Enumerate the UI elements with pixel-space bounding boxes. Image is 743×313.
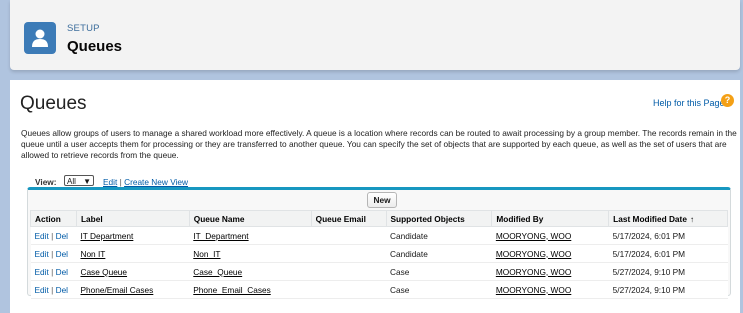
cell-modified-by: MOORYONG, WOO [491,226,609,245]
col-queue-name[interactable]: Queue Name [188,210,312,227]
cell-modified-by: MOORYONG, WOO [491,244,609,263]
main-content: Queues Help for this Page ? Queues allow… [10,80,740,313]
cell-queue-name: Phone_Email_Cases [189,280,312,299]
table-row: Edit | Del IT Department IT_Department Cand… [30,226,728,245]
help-link[interactable]: Help for this Page [653,98,725,108]
table-row: Edit | Del Phone/Email Cases Phone_Email_C… [30,280,728,299]
queue-name-link[interactable]: IT_Department [193,231,248,241]
row-actions: Edit | Del [30,226,77,245]
help-icon[interactable]: ? [721,94,734,107]
edit-link[interactable]: Edit [35,249,49,259]
setup-header: SETUP Queues [10,0,740,70]
edit-view-link[interactable]: Edit [103,177,117,187]
cell-last-modified-date: 5/17/2024, 6:01 PM [608,226,728,245]
col-supported-objects: Supported Objects [385,210,493,227]
table-row: Edit | Del Case Queue Case_Queue Case MOORYO… [30,262,728,281]
cell-queue-name: Non_IT [189,244,312,263]
action-separator: | [51,230,54,241]
table-header-row: Action Label Queue Name Queue Email Supp… [30,210,728,227]
cell-supported-objects: Candidate [386,226,492,245]
action-separator: | [51,248,54,259]
cell-last-modified-date: 5/27/2024, 9:10 PM [608,280,728,299]
col-queue-email[interactable]: Queue Email [310,210,387,227]
cell-supported-objects: Case [386,280,492,299]
edit-link[interactable]: Edit [35,267,49,277]
setup-title: Queues [67,38,123,55]
chevron-down-icon: ▼ [83,177,91,186]
sort-ascending-icon: ↑ [689,214,694,224]
cell-last-modified-date: 5/17/2024, 6:01 PM [608,244,728,263]
cell-label: IT Department [76,226,190,245]
delete-link[interactable]: Del [56,249,68,259]
row-actions: Edit | Del [30,280,77,299]
modified-by-link[interactable]: MOORYONG, WOO [496,249,571,259]
modified-by-link[interactable]: MOORYONG, WOO [496,231,571,241]
page-description: Queues allow groups of users to manage a… [21,128,737,160]
view-links-separator: | [119,177,122,187]
cell-queue-email [311,226,387,245]
view-links: Edit | Create New View [103,177,188,187]
queue-label-link[interactable]: Case Queue [80,267,127,277]
view-label: View: [35,177,57,187]
row-actions: Edit | Del [30,262,77,281]
view-select[interactable]: All ▼ [64,175,94,186]
cell-queue-email [311,244,387,263]
col-modified-by[interactable]: Modified By [491,210,610,227]
modified-by-link[interactable]: MOORYONG, WOO [496,285,571,295]
row-actions: Edit | Del [30,244,77,263]
queue-label-link[interactable]: Phone/Email Cases [80,285,153,295]
col-label[interactable]: Label [75,210,190,227]
cell-modified-by: MOORYONG, WOO [491,262,609,281]
page-title: Queues [20,93,87,114]
edit-link[interactable]: Edit [35,285,49,295]
modified-by-link[interactable]: MOORYONG, WOO [496,267,571,277]
cell-queue-email [311,262,387,281]
cell-supported-objects: Candidate [386,244,492,263]
cell-label: Phone/Email Cases [76,280,190,299]
col-last-modified-date-label: Last Modified Date [613,213,687,224]
col-action: Action [30,210,77,227]
cell-queue-email [311,280,387,299]
col-last-modified-date[interactable]: Last Modified Date ↑ [608,210,728,227]
cell-modified-by: MOORYONG, WOO [491,280,609,299]
cell-queue-name: Case_Queue [189,262,312,281]
delete-link[interactable]: Del [56,267,68,277]
queues-list: New Action Label Queue Name Queue Email … [27,187,731,299]
create-new-view-link[interactable]: Create New View [124,177,188,187]
cell-label: Case Queue [76,262,190,281]
cell-label: Non IT [76,244,190,263]
setup-kicker: SETUP [67,23,100,34]
queue-name-link[interactable]: Case_Queue [193,267,242,277]
queue-name-link[interactable]: Phone_Email_Cases [193,285,270,295]
action-separator: | [51,284,54,295]
cell-last-modified-date: 5/27/2024, 9:10 PM [608,262,728,281]
view-select-value: All [67,177,76,186]
delete-link[interactable]: Del [56,231,68,241]
queues-table: Action Label Queue Name Queue Email Supp… [30,210,728,299]
cell-supported-objects: Case [386,262,492,281]
new-button[interactable]: New [367,192,397,208]
queue-name-link[interactable]: Non_IT [193,249,220,259]
table-row: Edit | Del Non IT Non_IT Candidate MOORYONG,… [30,244,728,263]
action-separator: | [51,266,54,277]
queue-label-link[interactable]: IT Department [80,231,133,241]
queue-label-link[interactable]: Non IT [80,249,105,259]
delete-link[interactable]: Del [56,285,68,295]
cell-queue-name: IT_Department [189,226,312,245]
edit-link[interactable]: Edit [35,231,49,241]
user-icon [24,22,56,54]
